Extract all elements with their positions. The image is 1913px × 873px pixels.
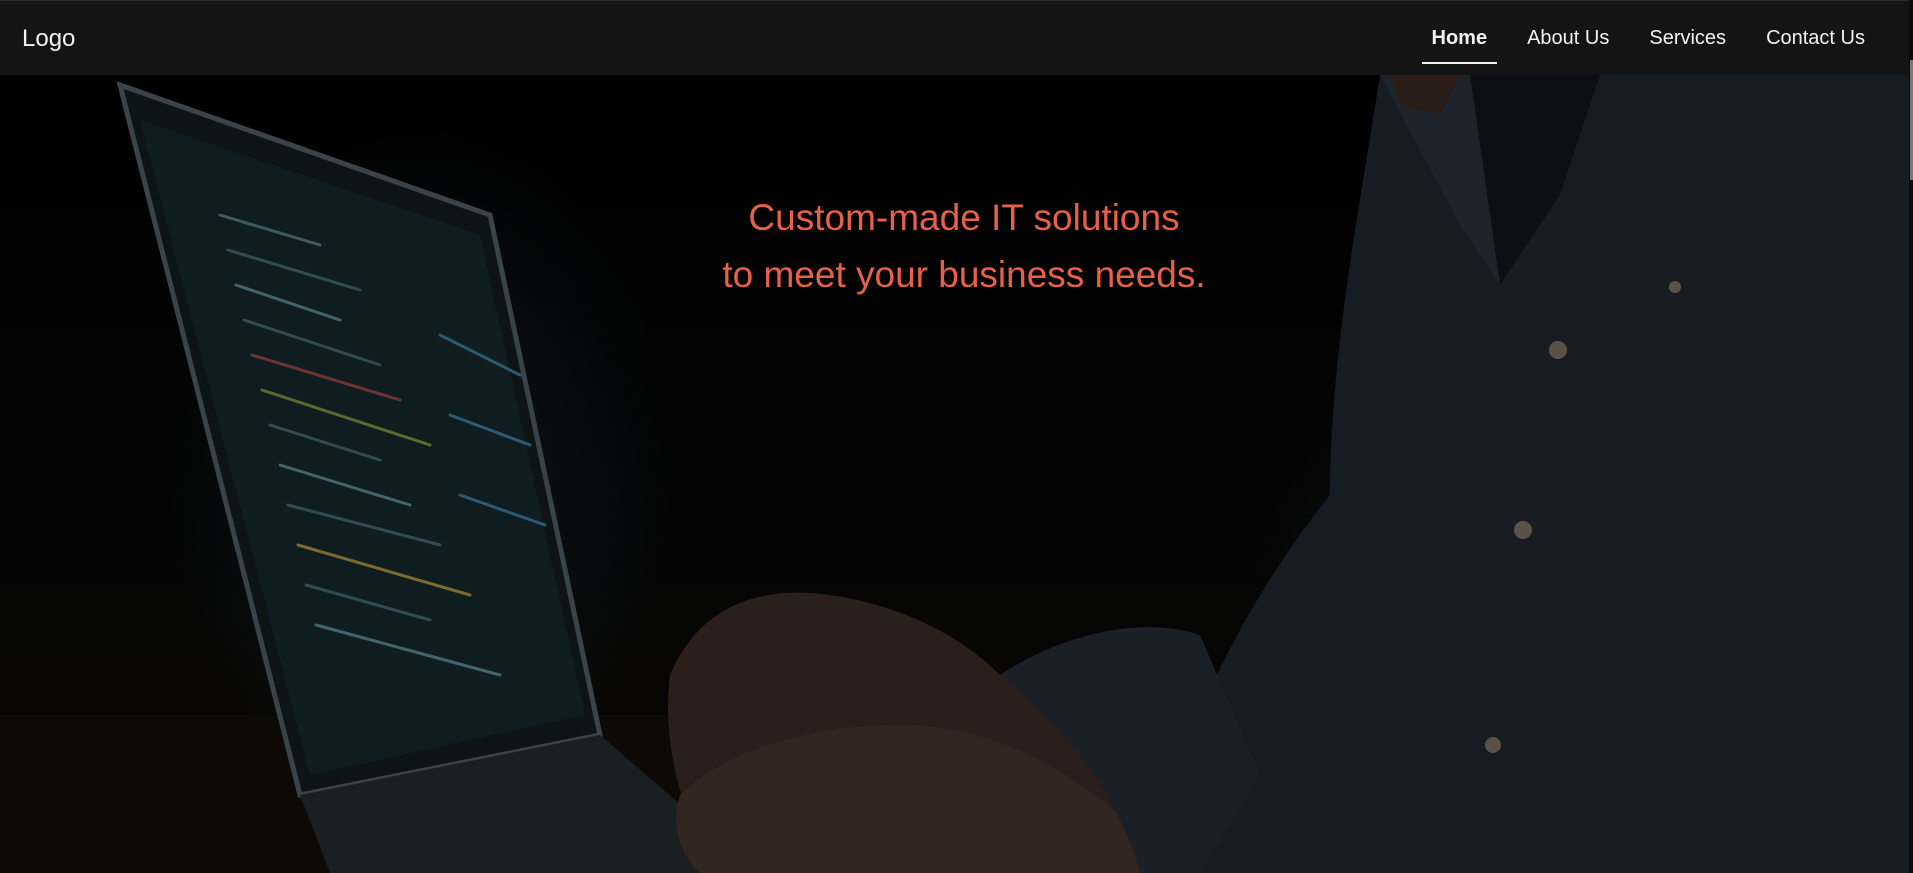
nav-item-about-us[interactable]: About Us (1517, 1, 1619, 76)
page-scrollbar[interactable] (1909, 0, 1913, 873)
hero-headline: Custom-made IT solutions to meet your bu… (0, 189, 1913, 303)
logo[interactable]: Logo (22, 25, 75, 53)
nav-item-services[interactable]: Services (1639, 1, 1736, 76)
top-navbar: Logo Home About Us Services Contact Us (0, 0, 1913, 75)
nav-item-contact-us[interactable]: Contact Us (1756, 1, 1875, 76)
nav-item-home[interactable]: Home (1421, 1, 1498, 76)
page: Logo Home About Us Services Contact Us C… (0, 0, 1913, 873)
hero-section: Custom-made IT solutions to meet your bu… (0, 75, 1913, 873)
hero-headline-line-2: to meet your business needs. (722, 254, 1206, 295)
hero-headline-line-1: Custom-made IT solutions (748, 197, 1180, 238)
main-nav: Home About Us Services Contact Us (1402, 1, 1875, 76)
